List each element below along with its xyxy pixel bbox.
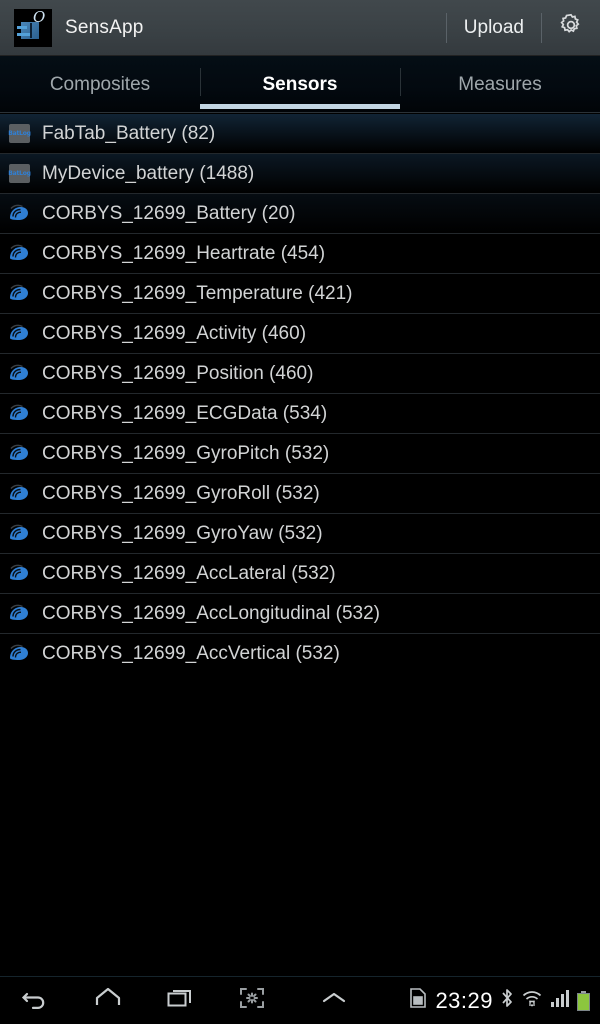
recent-apps-button[interactable] — [144, 977, 216, 1024]
list-item[interactable]: CORBYS_12699_Temperature (421) — [0, 274, 600, 314]
sensor-wave-icon — [6, 203, 32, 225]
sensor-wave-icon — [6, 643, 32, 665]
battery-full-icon — [577, 990, 590, 1011]
list-item[interactable]: CORBYS_12699_Activity (460) — [0, 314, 600, 354]
list-item[interactable]: CORBYS_12699_Heartrate (454) — [0, 234, 600, 274]
home-button[interactable] — [72, 977, 144, 1024]
clock: 23:29 — [435, 987, 493, 1013]
list-item[interactable]: CORBYS_12699_AccLateral (532) — [0, 554, 600, 594]
back-arrow-icon — [21, 985, 51, 1016]
tab-bar-divider — [0, 112, 600, 113]
page-title: SensApp — [65, 16, 144, 38]
list-item[interactable]: BatLog MyDevice_battery (1488) — [0, 154, 600, 194]
list-item-label: CORBYS_12699_Activity (460) — [42, 322, 307, 344]
gear-icon — [558, 12, 584, 43]
list-item-label: CORBYS_12699_Temperature (421) — [42, 282, 353, 304]
list-item-label: CORBYS_12699_GyroYaw (532) — [42, 522, 323, 544]
app-bar: O SensApp Upload — [0, 0, 600, 56]
list-item-label: CORBYS_12699_AccVertical (532) — [42, 643, 340, 664]
tab-label: Sensors — [262, 73, 338, 95]
wifi-icon — [521, 987, 543, 1014]
tab-composites[interactable]: Composites — [0, 56, 200, 113]
chevron-up-icon — [318, 988, 350, 1013]
list-item-label: CORBYS_12699_Battery (20) — [42, 202, 296, 224]
list-item-label: CORBYS_12699_AccLongitudinal (532) — [42, 602, 380, 624]
sensor-wave-icon — [6, 243, 32, 265]
sim-card-icon — [408, 987, 428, 1014]
sensor-wave-icon — [6, 403, 32, 425]
expand-notifications-button[interactable] — [298, 977, 370, 1024]
list-item[interactable]: CORBYS_12699_ECGData (534) — [0, 394, 600, 434]
screenshot-capture-icon — [238, 985, 266, 1016]
tab-label: Measures — [458, 73, 542, 95]
sensor-wave-icon — [6, 323, 32, 345]
tab-measures[interactable]: Measures — [400, 56, 600, 113]
list-item[interactable]: CORBYS_12699_GyroRoll (532) — [0, 474, 600, 514]
sensor-wave-icon — [6, 483, 32, 505]
batlog-icon: BatLog — [6, 163, 32, 185]
list-item[interactable]: CORBYS_12699_AccVertical (532) — [0, 634, 600, 674]
list-item-label: MyDevice_battery (1488) — [42, 162, 255, 184]
app-bar-actions: Upload — [445, 0, 600, 55]
list-item-label: CORBYS_12699_ECGData (534) — [42, 402, 328, 424]
status-area: 23:29 — [408, 987, 600, 1014]
list-item-label: FabTab_Battery (82) — [42, 122, 216, 144]
tab-label: Composites — [49, 73, 151, 95]
sensapp-logo-icon: O — [14, 8, 52, 47]
list-item[interactable]: CORBYS_12699_GyroPitch (532) — [0, 434, 600, 474]
settings-button[interactable] — [542, 0, 600, 55]
bluetooth-icon — [500, 987, 514, 1014]
sensor-wave-icon — [6, 603, 32, 625]
sensor-wave-icon — [6, 523, 32, 545]
upload-button[interactable]: Upload — [447, 0, 541, 55]
list-item[interactable]: CORBYS_12699_Position (460) — [0, 354, 600, 394]
list-item[interactable]: CORBYS_12699_AccLongitudinal (532) — [0, 594, 600, 634]
back-button[interactable] — [0, 977, 72, 1024]
sensor-wave-icon — [6, 283, 32, 305]
list-item-label: CORBYS_12699_AccLateral (532) — [42, 562, 336, 584]
recent-apps-icon — [165, 985, 195, 1016]
list-item[interactable]: CORBYS_12699_GyroYaw (532) — [0, 514, 600, 554]
home-icon — [93, 985, 123, 1016]
system-navigation-bar: 23:29 — [0, 976, 600, 1024]
tab-sensors[interactable]: Sensors — [200, 56, 400, 113]
sensor-list[interactable]: BatLog FabTab_Battery (82) BatLog MyDevice_… — [0, 114, 600, 976]
sensor-wave-icon — [6, 563, 32, 585]
list-item[interactable]: BatLog FabTab_Battery (82) — [0, 114, 600, 154]
list-item[interactable]: CORBYS_12699_Battery (20) — [0, 194, 600, 234]
batlog-icon: BatLog — [6, 123, 32, 145]
list-item-label: CORBYS_12699_Position (460) — [42, 362, 314, 384]
screenshot-button[interactable] — [216, 977, 288, 1024]
list-item-label: CORBYS_12699_Heartrate (454) — [42, 242, 326, 264]
sensor-wave-icon — [6, 363, 32, 385]
sensor-wave-icon — [6, 443, 32, 465]
list-item-label: CORBYS_12699_GyroPitch (532) — [42, 442, 330, 464]
list-item-label: CORBYS_12699_GyroRoll (532) — [42, 482, 320, 504]
tab-bar: Composites Sensors Measures — [0, 56, 600, 113]
cellular-signal-icon — [550, 987, 570, 1014]
